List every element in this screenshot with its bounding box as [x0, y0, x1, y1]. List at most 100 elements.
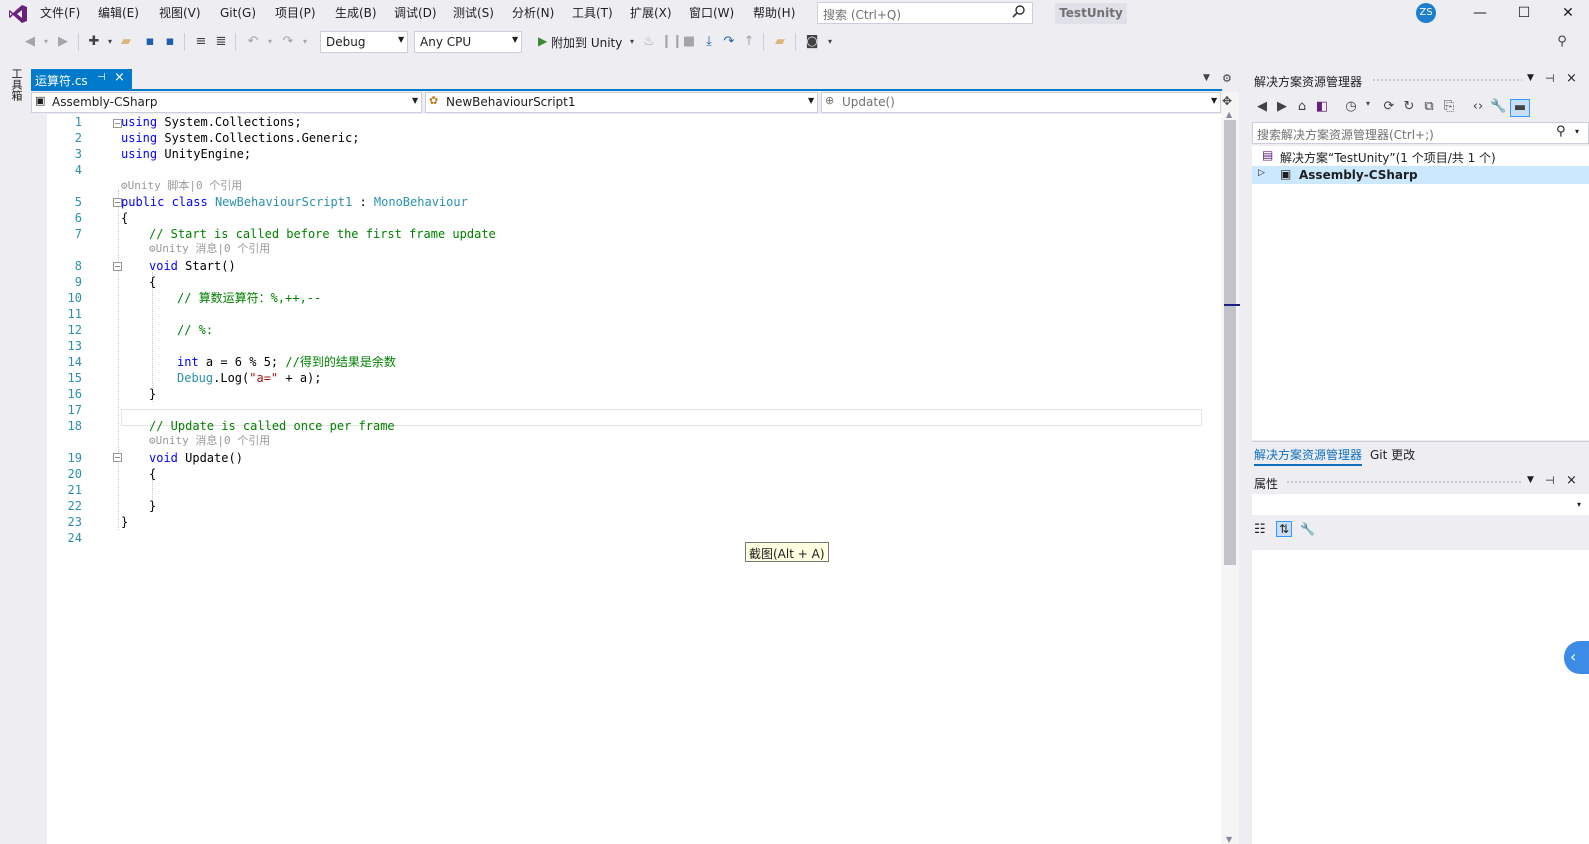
preview-selected-icon[interactable]: ▬ — [1510, 99, 1530, 117]
switch-views-icon[interactable]: ◧ — [1314, 99, 1330, 114]
codelens-references[interactable]: ⚙Unity 脚本|0 个引用 — [121, 179, 242, 193]
side-panel-collapse-icon[interactable]: ‹ — [1564, 641, 1589, 674]
panel-drag-grip[interactable] — [1372, 78, 1522, 83]
screenshot-icon[interactable]: ◙ — [804, 34, 820, 50]
configuration-select[interactable]: Debug — [320, 31, 408, 53]
navigate-back-icon[interactable]: ◀ — [22, 34, 38, 50]
tab-git-changes[interactable]: Git 更改 — [1370, 446, 1415, 463]
pending-changes-filter-icon[interactable]: ◷ — [1343, 99, 1359, 114]
platform-select[interactable]: Any CPU — [414, 31, 522, 53]
chevron-down-icon[interactable]: ▾ — [102, 34, 118, 50]
menu-help[interactable]: 帮助(H) — [753, 5, 795, 22]
step-into-icon[interactable]: ⤓ — [701, 34, 717, 50]
minimize-icon[interactable]: — — [1470, 4, 1490, 22]
save-icon[interactable]: ▪ — [142, 34, 158, 50]
home-icon[interactable]: ⌂ — [1294, 99, 1310, 114]
redo-icon[interactable]: ↷ — [280, 34, 296, 50]
uncomment-lines-icon[interactable]: ≣ — [213, 34, 229, 50]
maximize-icon[interactable]: ☐ — [1514, 4, 1534, 22]
collapse-all-icon[interactable]: ⧉ — [1421, 99, 1437, 114]
chevron-down-icon[interactable]: ▾ — [297, 34, 313, 50]
menu-project[interactable]: 项目(P) — [275, 5, 316, 22]
refresh-icon[interactable]: ↻ — [1401, 99, 1417, 114]
navigate-forward-icon[interactable]: ▶ — [55, 34, 71, 50]
alphabetical-sort-icon[interactable]: ⇅ — [1276, 521, 1293, 537]
scrollbar-thumb[interactable] — [1224, 120, 1236, 565]
scroll-up-icon[interactable]: ▲ — [1226, 110, 1232, 119]
search-input[interactable]: 搜索 (Ctrl+Q) — [817, 2, 1033, 24]
open-folder-icon[interactable]: ▰ — [118, 34, 134, 50]
menu-tools[interactable]: 工具(T) — [572, 5, 613, 22]
menu-edit[interactable]: 编辑(E) — [98, 5, 139, 22]
code-editor[interactable] — [31, 114, 1221, 844]
split-window-icon[interactable]: ✥ — [1222, 94, 1232, 108]
menu-test[interactable]: 测试(S) — [453, 5, 494, 22]
pin-icon[interactable]: ⊣ — [1545, 72, 1555, 85]
scroll-down-icon[interactable]: ▼ — [1226, 835, 1232, 844]
expand-arrow-icon[interactable]: ▷ — [1258, 168, 1265, 178]
panel-options-icon[interactable]: ▼ — [1527, 73, 1534, 83]
solution-node[interactable]: 解决方案“TestUnity”(1 个项目/共 1 个) — [1280, 149, 1496, 166]
line-number: 12 — [67, 323, 82, 337]
project-navigation-select[interactable]: Assembly-CSharp — [31, 92, 422, 113]
chevron-down-icon[interactable]: ▾ — [38, 34, 54, 50]
menu-window[interactable]: 窗口(W) — [689, 5, 734, 22]
chevron-down-icon[interactable]: ▾ — [262, 34, 278, 50]
step-out-icon[interactable]: ↑ — [741, 34, 757, 50]
close-tab-icon[interactable]: × — [114, 70, 125, 85]
menu-debug[interactable]: 调试(D) — [394, 5, 437, 22]
back-icon[interactable]: ◀ — [1254, 99, 1270, 114]
toolbar-options-icon[interactable]: ▾ — [822, 34, 838, 50]
chevron-down-icon[interactable]: ▾ — [624, 34, 640, 50]
collapse-icon[interactable]: − — [113, 453, 122, 462]
show-all-files-icon[interactable]: ⎘ — [1441, 99, 1457, 114]
type-navigation-select[interactable]: NewBehaviourScript1 — [425, 92, 818, 113]
close-icon[interactable]: × — [1566, 473, 1577, 488]
codelens-references[interactable]: ⚙Unity 消息|0 个引用 — [149, 434, 270, 448]
pin-icon[interactable]: ⊣ — [97, 72, 106, 83]
menu-file[interactable]: 文件(F) — [40, 5, 80, 22]
menu-view[interactable]: 视图(V) — [159, 5, 201, 22]
solution-icon: ▤ — [1262, 148, 1274, 162]
menu-extensions[interactable]: 扩展(X) — [630, 5, 672, 22]
stop-icon[interactable]: ■ — [681, 34, 697, 50]
hot-reload-icon[interactable]: ♨ — [641, 34, 657, 50]
menu-analyze[interactable]: 分析(N) — [512, 5, 554, 22]
menu-git[interactable]: Git(G) — [220, 5, 256, 22]
close-icon[interactable]: ✕ — [1558, 4, 1578, 22]
new-item-icon[interactable]: ✚ — [86, 34, 102, 50]
step-over-icon[interactable]: ↷ — [721, 34, 737, 50]
undo-icon[interactable]: ↶ — [245, 34, 261, 50]
find-in-files-icon[interactable]: ▰ — [772, 34, 788, 50]
live-share-icon[interactable]: ⚲ — [1554, 34, 1570, 50]
properties-wrench-icon[interactable]: 🔧 — [1490, 99, 1506, 114]
chevron-down-icon[interactable]: ▾ — [1575, 127, 1579, 136]
view-code-icon[interactable]: ‹› — [1470, 99, 1486, 114]
tab-solution-explorer[interactable]: 解决方案资源管理器 — [1254, 446, 1363, 466]
codelens-references[interactable]: ⚙Unity 消息|0 个引用 — [149, 242, 270, 256]
project-node[interactable]: Assembly-CSharp — [1299, 168, 1418, 182]
member-navigation-select[interactable]: Update() — [821, 92, 1221, 113]
solution-search-input[interactable]: 搜索解决方案资源管理器(Ctrl+;) — [1252, 122, 1589, 144]
gear-icon[interactable]: ⚙ — [1222, 72, 1232, 85]
chevron-down-icon[interactable]: ▾ — [1360, 99, 1376, 108]
toolbox-tab[interactable]: 工具箱 — [8, 68, 23, 101]
menu-build[interactable]: 生成(B) — [335, 5, 377, 22]
property-pages-icon[interactable]: 🔧 — [1300, 522, 1315, 536]
pin-icon[interactable]: ⊣ — [1545, 474, 1555, 487]
pause-icon[interactable]: ❙❙ — [661, 34, 683, 50]
avatar[interactable]: ZS — [1416, 3, 1436, 23]
panel-options-icon[interactable]: ▼ — [1527, 475, 1534, 485]
sync-icon[interactable]: ⟳ — [1381, 99, 1397, 114]
comment-lines-icon[interactable]: ≡ — [193, 34, 209, 50]
properties-object-select[interactable] — [1252, 494, 1589, 516]
tab-list-dropdown-icon[interactable]: ▼ — [1203, 73, 1210, 83]
forward-icon[interactable]: ▶ — [1274, 99, 1290, 114]
save-all-icon[interactable]: ▪ — [162, 34, 178, 50]
categorized-icon[interactable]: ☷ — [1254, 522, 1266, 537]
keyword: using — [121, 115, 158, 129]
attach-to-unity-button[interactable]: 附加到 Unity — [551, 34, 622, 51]
panel-drag-grip[interactable] — [1286, 480, 1522, 485]
close-icon[interactable]: × — [1566, 71, 1577, 86]
collapse-icon[interactable]: − — [113, 262, 122, 271]
